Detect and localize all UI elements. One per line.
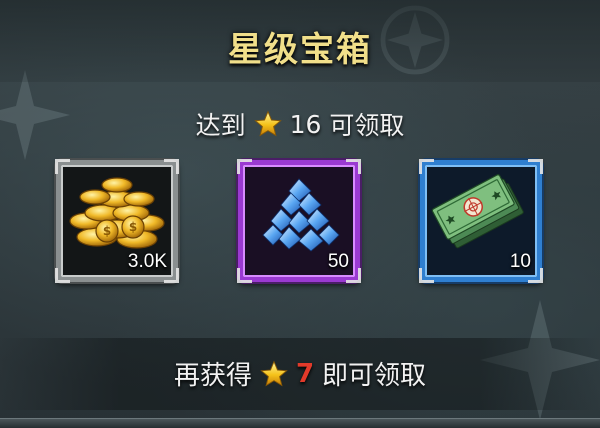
star-icon [260, 360, 288, 386]
svg-text:$: $ [103, 224, 111, 238]
dialog-bottom-edge [0, 418, 600, 428]
requirement-suffix: 可领取 [329, 111, 405, 140]
reward-quantity: 10 [509, 251, 531, 272]
dialog-title: 星级宝箱 [228, 30, 372, 70]
star-chest-dialog: 星级宝箱 达到 16 可领取 $ $ 3.0K 50 10 再获得 7 即可领取 [0, 0, 600, 428]
requirement-line: 达到 16 可领取 [0, 106, 600, 142]
reward-list: $ $ 3.0K 50 10 [0, 159, 600, 285]
reward-item-gold-coins[interactable]: $ $ 3.0K [55, 159, 179, 283]
progress-line: 再获得 7 即可领取 [0, 355, 600, 392]
stars-remaining: 7 [295, 358, 315, 389]
stars-required: 16 [289, 109, 322, 139]
reward-quantity: 50 [327, 251, 349, 272]
reward-item-banknotes[interactable]: 10 [419, 159, 543, 283]
reward-quantity: 3.0K [127, 251, 167, 272]
requirement-prefix: 达到 [195, 111, 246, 140]
progress-prefix: 再获得 [173, 361, 252, 391]
diamonds-icon [262, 178, 340, 252]
gold-coins-icon: $ $ [69, 177, 165, 249]
star-icon [253, 110, 282, 137]
svg-text:$: $ [129, 220, 137, 234]
reward-item-diamonds[interactable]: 50 [237, 159, 361, 283]
progress-suffix: 即可领取 [322, 361, 427, 391]
banknote-icon [431, 174, 524, 249]
